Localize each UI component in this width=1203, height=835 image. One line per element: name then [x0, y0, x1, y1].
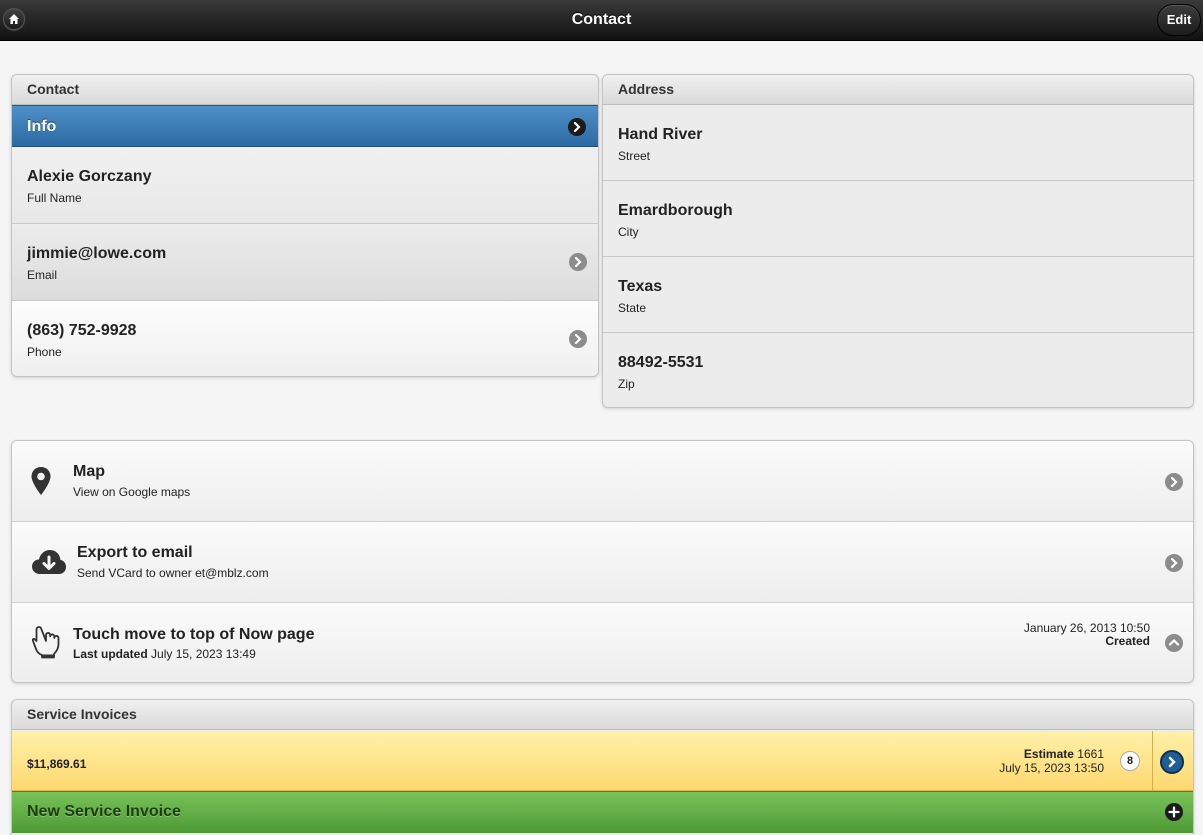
- created-date: January 26, 2013 10:50: [1023, 621, 1150, 635]
- export-title: Export to email: [77, 544, 193, 561]
- touch-title: Touch move to top of Now page: [73, 626, 315, 643]
- contact-panel: Contact Info Alexie Gorczany Full Name j…: [11, 74, 599, 377]
- city-label: City: [618, 225, 639, 239]
- arrow-right-icon: [1165, 554, 1183, 572]
- map-subtitle: View on Google maps: [73, 485, 191, 499]
- full-name-value: Alexie Gorczany: [27, 168, 152, 185]
- top-bar: Contact Edit: [0, 0, 1203, 41]
- street-value: Hand River: [618, 126, 703, 143]
- invoice-count-badge: 8: [1120, 751, 1140, 771]
- arrow-right-icon: [569, 253, 587, 271]
- map-title: Map: [73, 463, 105, 480]
- created-label: Created: [1105, 634, 1150, 648]
- zip-label: Zip: [618, 377, 635, 391]
- map-row[interactable]: Map View on Google maps: [12, 441, 1193, 522]
- city-value: Emardborough: [618, 202, 733, 219]
- invoice-number: 1661: [1077, 747, 1104, 761]
- email-label: Email: [27, 268, 58, 282]
- page-title: Contact: [571, 11, 632, 28]
- contact-heading: Contact: [12, 75, 598, 105]
- street-label: Street: [618, 149, 651, 163]
- phone-label: Phone: [27, 345, 62, 359]
- invoice-amount: $11,869.61: [27, 757, 87, 771]
- state-label: State: [618, 301, 647, 315]
- arrow-right-icon: [568, 118, 586, 136]
- touch-updated: Last updated July 15, 2023 13:49: [73, 647, 256, 661]
- address-heading: Address: [603, 75, 1193, 105]
- edit-button[interactable]: Edit: [1157, 4, 1201, 36]
- cloud-download-icon: [32, 550, 66, 574]
- export-row[interactable]: Export to email Send VCard to owner et@m…: [12, 522, 1193, 603]
- actions-panel: Map View on Google maps Export to email …: [11, 440, 1194, 683]
- city-row: Emardborough City: [603, 181, 1193, 257]
- invoice-date: July 15, 2023 13:50: [999, 761, 1104, 775]
- phone-value: (863) 752-9928: [27, 322, 137, 339]
- arrow-up-icon[interactable]: [1165, 634, 1183, 652]
- info-label: Info: [27, 118, 57, 135]
- invoices-heading: Service Invoices: [12, 700, 1193, 730]
- address-panel: Address Hand River Street Emardborough C…: [602, 74, 1194, 408]
- updated-value: July 15, 2023 13:49: [151, 647, 256, 661]
- info-row[interactable]: Info: [12, 105, 598, 147]
- state-value: Texas: [618, 278, 663, 295]
- plus-icon: [1165, 803, 1183, 821]
- state-row: Texas State: [603, 257, 1193, 333]
- street-row: Hand River Street: [603, 105, 1193, 181]
- invoice-row[interactable]: $11,869.61 Estimate 1661 July 15, 2023 1…: [12, 731, 1193, 791]
- full-name-row: Alexie Gorczany Full Name: [12, 147, 598, 224]
- invoice-type-line: Estimate 1661: [1024, 747, 1104, 761]
- arrow-right-icon: [569, 330, 587, 348]
- email-row[interactable]: jimmie@lowe.com Email: [12, 224, 598, 301]
- touch-hand-icon: [32, 626, 60, 659]
- full-name-label: Full Name: [27, 191, 82, 205]
- invoice-divider: [1152, 731, 1153, 790]
- invoices-panel: Service Invoices $11,869.61 Estimate 166…: [11, 699, 1194, 835]
- arrow-right-icon[interactable]: [1160, 750, 1184, 774]
- new-invoice-row[interactable]: New Service Invoice: [12, 791, 1193, 833]
- arrow-right-icon: [1165, 473, 1183, 491]
- touch-row[interactable]: Touch move to top of Now page Last updat…: [12, 603, 1193, 682]
- email-value: jimmie@lowe.com: [27, 245, 167, 262]
- zip-value: 88492-5531: [618, 354, 704, 371]
- export-subtitle: Send VCard to owner et@mblz.com: [77, 566, 269, 580]
- invoice-type: Estimate: [1023, 747, 1074, 761]
- zip-row: 88492-5531 Zip: [603, 333, 1193, 407]
- new-invoice-label: New Service Invoice: [27, 803, 181, 820]
- phone-row[interactable]: (863) 752-9928 Phone: [12, 301, 598, 376]
- map-pin-icon: [31, 467, 51, 495]
- updated-label: Last updated: [73, 647, 148, 661]
